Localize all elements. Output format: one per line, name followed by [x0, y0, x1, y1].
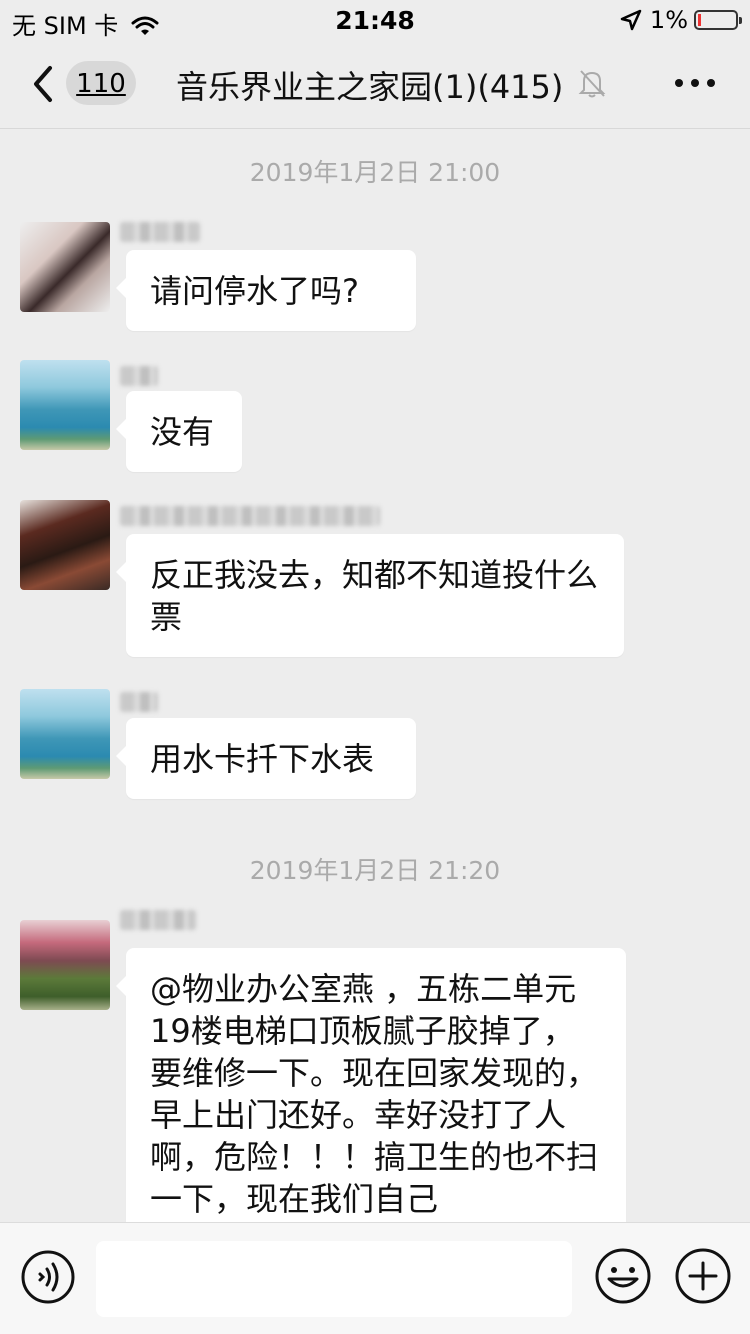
- unread-count-badge[interactable]: 110: [66, 61, 136, 105]
- message-bubble[interactable]: 请问停水了吗?: [116, 250, 416, 331]
- timestamp: 2019年1月2日 21:20: [249, 856, 501, 885]
- sender-name-blurred: [120, 506, 380, 526]
- battery-fill: [698, 14, 701, 26]
- battery-percent: 1%: [649, 6, 688, 34]
- message-input[interactable]: [96, 1241, 572, 1317]
- status-right: 1%: [620, 6, 742, 34]
- plus-icon[interactable]: [674, 1247, 732, 1305]
- avatar[interactable]: [20, 689, 110, 779]
- timestamp: 2019年1月2日 21:00: [249, 158, 501, 187]
- more-icon[interactable]: [672, 76, 718, 90]
- chat-title: 音乐界业主之家园(1)(415): [176, 68, 564, 106]
- message-bubble[interactable]: 没有: [116, 391, 242, 472]
- chevron-left-icon[interactable]: [28, 64, 58, 104]
- sender-name-blurred: [120, 910, 196, 930]
- input-bar: [0, 1222, 750, 1334]
- avatar[interactable]: [20, 222, 110, 312]
- battery-icon: [694, 10, 742, 30]
- message-bubble[interactable]: 反正我没去，知都不知道投什么票: [116, 534, 624, 657]
- sender-name-blurred: [120, 692, 158, 712]
- sender-name-blurred: [120, 222, 200, 242]
- message-bubble[interactable]: @物业办公室燕 ，五栋二单元19楼电梯口顶板腻子胶掉了，要维修一下。现在回家发现…: [116, 948, 626, 1222]
- chat-header: 110 音乐界业主之家园(1)(415): [0, 40, 750, 129]
- avatar[interactable]: [20, 360, 110, 450]
- status-bar: 无 SIM 卡 21:48 1%: [0, 0, 750, 40]
- chat-area[interactable]: 2019年1月2日 21:00 请问停水了吗? 没有 反正我没去，知都不知道投什…: [0, 129, 750, 1222]
- message-bubble[interactable]: 用水卡扦下水表: [116, 718, 416, 799]
- voice-icon[interactable]: [20, 1249, 76, 1305]
- sender-name-blurred: [120, 366, 158, 386]
- avatar[interactable]: [20, 500, 110, 590]
- emoji-icon[interactable]: [594, 1247, 652, 1305]
- mute-bell-icon: [578, 70, 606, 98]
- location-arrow-icon: [620, 9, 642, 31]
- avatar[interactable]: [20, 920, 110, 1010]
